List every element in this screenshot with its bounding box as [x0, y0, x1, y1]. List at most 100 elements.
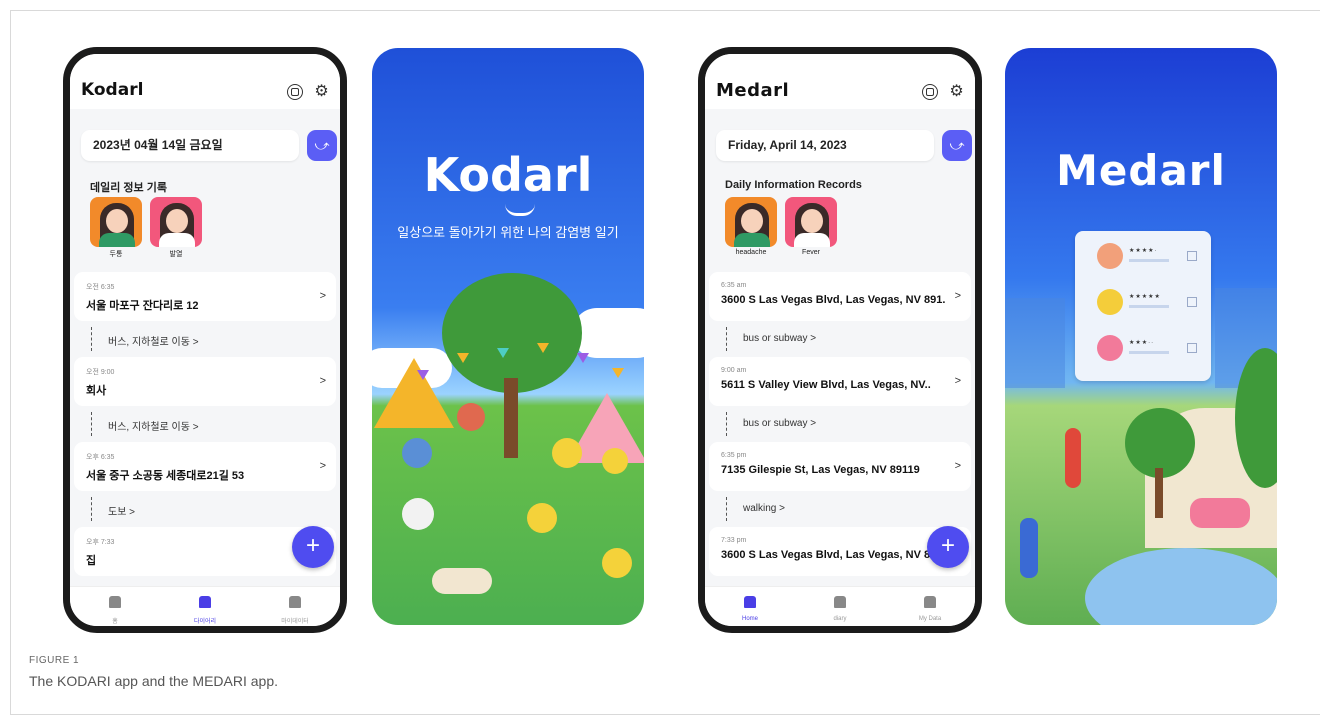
camper-figure — [402, 438, 432, 468]
timeline-card[interactable]: 6:35 am 3600 S Las Vegas Blvd, Las Vegas… — [709, 272, 971, 321]
figure-caption: The KODARI app and the MEDARI app. — [29, 673, 279, 689]
transport-row[interactable]: bus or subway > — [709, 406, 971, 442]
symptom-headache[interactable]: 두통 — [90, 197, 142, 259]
symptom-label: headache — [735, 249, 767, 256]
camper-figure — [402, 498, 434, 530]
timeline: 오전 6:35 서울 마포구 잔다리로 12 > 버스, 지하철로 이동 > 오… — [74, 272, 336, 576]
medari-phone: Medarl ⚙ Friday, April 14, 2023 ⤻ Daily … — [698, 47, 982, 633]
add-button[interactable]: + — [927, 526, 969, 568]
chevron-right-icon: > — [319, 290, 326, 302]
bunting-flag — [457, 353, 469, 363]
add-button[interactable]: + — [292, 526, 334, 568]
symptom-illustration — [785, 197, 837, 247]
bunting-flag — [612, 368, 624, 378]
chevron-right-icon: > — [954, 290, 961, 302]
tab-diary[interactable]: diary — [795, 587, 885, 626]
bunting-flag — [497, 348, 509, 358]
tab-home[interactable]: Home — [705, 587, 795, 626]
tab-label: 마이데이터 — [281, 619, 309, 625]
timeline-place: 3600 S Las Vegas Blvd, Las Vegas, NV 891… — [721, 294, 945, 306]
splash-logo: Medarl — [1056, 146, 1226, 195]
chat-icon[interactable] — [922, 84, 938, 100]
timeline-card[interactable]: 오후 6:35 서울 중구 소공동 세종대로21길 53 > — [74, 442, 336, 491]
app-logo: Kodarl — [81, 80, 144, 100]
avatar — [1097, 243, 1123, 269]
symptom-label: 발열 — [169, 251, 183, 258]
transport-label: walking > — [743, 503, 785, 514]
timeline-time: 오후 7:33 — [86, 539, 115, 546]
lake — [1085, 548, 1277, 625]
gear-icon[interactable]: ⚙ — [948, 84, 965, 101]
splash-subtitle: 일상으로 돌아가기 위한 나의 감염병 일기 — [397, 225, 619, 240]
transport-row[interactable]: bus or subway > — [709, 321, 971, 357]
avatar — [1097, 335, 1123, 361]
tab-label: Home — [741, 616, 758, 622]
plus-icon: + — [305, 532, 320, 559]
home-icon — [109, 596, 121, 608]
tab-mydata[interactable]: My Data — [885, 587, 975, 626]
transport-row[interactable]: 버스, 지하철로 이동 > — [74, 321, 336, 357]
symptom-illustration — [90, 197, 142, 247]
tab-home[interactable]: 홈 — [70, 587, 160, 626]
camper-figure — [432, 568, 492, 594]
timeline-place: 집 — [86, 555, 97, 567]
cloud — [572, 308, 644, 358]
smile-mark — [505, 204, 535, 216]
app-header: Medarl ⚙ — [705, 54, 975, 109]
tab-mydata[interactable]: 마이데이터 — [250, 587, 340, 626]
timeline-time: 7:33 pm — [721, 537, 747, 544]
section-title: 데일리 정보 기록 — [90, 182, 167, 194]
camper-figure — [527, 503, 557, 533]
chevron-right-icon: > — [954, 460, 961, 472]
tree-trunk — [1155, 468, 1163, 518]
timeline-card[interactable]: 오전 6:35 서울 마포구 잔다리로 12 > — [74, 272, 336, 321]
mydata-icon — [924, 596, 936, 608]
symptom-illustration — [725, 197, 777, 247]
picnic-group — [1190, 498, 1250, 528]
tab-label: 홈 — [112, 619, 118, 625]
app-logo: Medarl — [716, 80, 790, 101]
timeline-place: 5611 S Valley View Blvd, Las Vegas, NV.. — [721, 379, 931, 391]
chevron-right-icon: > — [319, 460, 326, 472]
health-record-card: ★★★★· ★★★★★ ★★★·· — [1075, 231, 1211, 381]
timeline-place: 7135 Gilespie St, Las Vegas, NV 89119 — [721, 464, 920, 476]
date-selector[interactable]: 2023년 04월 14일 금요일 — [81, 130, 299, 161]
diary-icon — [834, 596, 846, 608]
tab-bar: 홈 다이어리 마이데이터 — [70, 586, 340, 626]
timeline-card[interactable]: 9:00 am 5611 S Valley View Blvd, Las Veg… — [709, 357, 971, 406]
chevron-right-icon: > — [954, 375, 961, 387]
tree — [442, 273, 582, 393]
plus-icon: + — [940, 532, 955, 559]
symptom-fever[interactable]: Fever — [785, 197, 837, 256]
timeline-card[interactable]: 오전 9:00 회사 > — [74, 357, 336, 406]
date-selector[interactable]: Friday, April 14, 2023 — [716, 130, 934, 161]
chevron-right-icon: > — [319, 375, 326, 387]
gear-icon[interactable]: ⚙ — [313, 84, 330, 101]
diary-icon — [199, 596, 211, 608]
medari-splash: Medarl ★★★★· ★★★★★ ★★★·· — [1005, 48, 1277, 625]
timeline: 6:35 am 3600 S Las Vegas Blvd, Las Vegas… — [709, 272, 971, 576]
symptom-headache[interactable]: headache — [725, 197, 777, 256]
route-button[interactable]: ⤻ — [942, 130, 972, 161]
chat-icon[interactable] — [287, 84, 303, 100]
home-icon — [744, 596, 756, 608]
timeline-time: 6:35 pm — [721, 452, 747, 459]
tab-diary[interactable]: 다이어리 — [160, 587, 250, 626]
route-button[interactable]: ⤻ — [307, 130, 337, 161]
symptom-fever[interactable]: 발열 — [150, 197, 202, 259]
timeline-card[interactable]: 6:35 pm 7135 Gilespie St, Las Vegas, NV … — [709, 442, 971, 491]
timeline-place: 회사 — [86, 385, 107, 397]
splash-logo: Kodarl — [423, 148, 593, 202]
transport-row[interactable]: 도보 > — [74, 491, 336, 527]
transport-label: 버스, 지하철로 이동 > — [108, 337, 199, 348]
transport-label: bus or subway > — [743, 333, 817, 344]
transport-row[interactable]: walking > — [709, 491, 971, 527]
symptom-list: 두통 발열 — [90, 197, 202, 259]
kodari-splash: Kodarl 일상으로 돌아가기 위한 나의 감염병 일기 — [372, 48, 644, 625]
symptom-label: Fever — [802, 249, 820, 256]
transport-row[interactable]: 버스, 지하철로 이동 > — [74, 406, 336, 442]
route-icon: ⤻ — [314, 137, 330, 153]
bunting-flag — [577, 353, 589, 363]
mydata-icon — [289, 596, 301, 608]
timeline-place: 3600 S Las Vegas Blvd, Las Vegas, NV 8 — [721, 549, 931, 561]
